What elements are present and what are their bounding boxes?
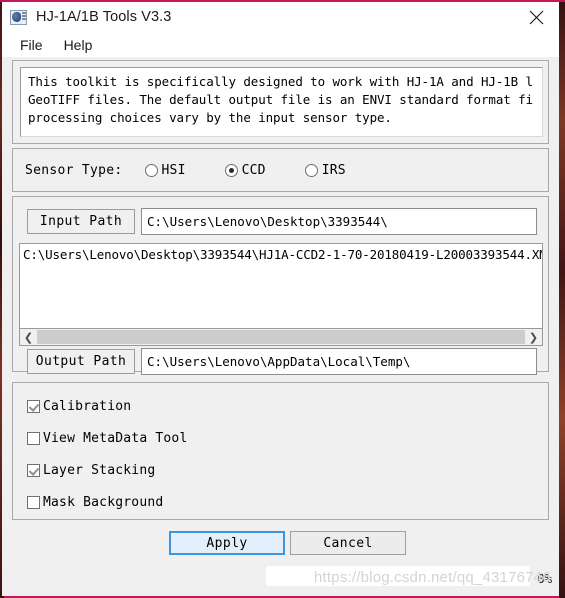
title-bar: HJ-1A/1B Tools V3.3 xyxy=(2,2,559,32)
file-list[interactable]: C:\Users\Lenovo\Desktop\3393544\HJ1A-CCD… xyxy=(19,243,543,329)
checkbox-label-view-metadata-tool: View MetaData Tool xyxy=(43,431,188,446)
radio-label-irs: IRS xyxy=(321,162,346,178)
checkbox-layer-stacking[interactable]: Layer Stacking xyxy=(27,463,155,478)
input-path-button[interactable]: Input Path xyxy=(27,209,135,234)
radio-icon xyxy=(144,163,158,177)
sensor-type-label: Sensor Type: xyxy=(25,162,123,178)
cancel-button[interactable]: Cancel xyxy=(290,531,406,555)
checkbox-mask-background[interactable]: Mask Background xyxy=(27,495,163,510)
close-icon xyxy=(529,10,543,24)
status-bar: 0% xyxy=(2,560,559,596)
input-path-field[interactable]: C:\Users\Lenovo\Desktop\3393544\ xyxy=(141,208,537,235)
checkbox-icon xyxy=(27,496,40,509)
radio-sensor-hsi[interactable]: HSI xyxy=(144,162,186,178)
app-icon xyxy=(10,9,27,25)
radio-label-hsi: HSI xyxy=(161,162,186,178)
menu-item-file[interactable]: File xyxy=(13,36,50,54)
checkbox-icon-checked xyxy=(27,400,40,413)
radio-sensor-ccd[interactable]: CCD xyxy=(224,162,266,178)
checkbox-view-metadata-tool[interactable]: View MetaData Tool xyxy=(27,431,187,446)
radio-sensor-irs[interactable]: IRS xyxy=(304,162,346,178)
close-button[interactable] xyxy=(513,2,559,32)
window-title: HJ-1A/1B Tools V3.3 xyxy=(36,9,172,25)
description-textbox: This toolkit is specifically designed to… xyxy=(20,67,543,137)
application-window: HJ-1A/1B Tools V3.3 File Help This toolk… xyxy=(2,2,559,596)
radio-icon xyxy=(304,163,318,177)
checkbox-calibration[interactable]: Calibration xyxy=(27,399,131,414)
description-panel: This toolkit is specifically designed to… xyxy=(12,60,549,144)
radio-label-ccd: CCD xyxy=(241,162,266,178)
checkbox-icon xyxy=(27,432,40,445)
menu-item-help[interactable]: Help xyxy=(57,36,100,54)
menu-bar: File Help xyxy=(2,32,559,57)
path-panel: Input Path C:\Users\Lenovo\Desktop\33935… xyxy=(12,196,549,375)
chevron-right-icon[interactable]: ❯ xyxy=(525,329,542,345)
output-path-field[interactable]: C:\Users\Lenovo\AppData\Local\Temp\ xyxy=(141,348,537,375)
page-background: HJ-1A/1B Tools V3.3 File Help This toolk… xyxy=(0,0,565,598)
checkbox-label-calibration: Calibration xyxy=(43,399,132,414)
description-text: This toolkit is specifically designed to… xyxy=(28,74,533,125)
chevron-left-icon[interactable]: ❮ xyxy=(20,329,37,345)
page-edge-right xyxy=(559,2,565,598)
checkbox-label-layer-stacking: Layer Stacking xyxy=(43,463,156,478)
progress-percentage: 0% xyxy=(537,571,552,586)
list-item[interactable]: C:\Users\Lenovo\Desktop\3393544\HJ1A-CCD… xyxy=(20,244,542,262)
radio-icon-selected xyxy=(224,163,238,177)
output-path-button[interactable]: Output Path xyxy=(27,349,135,374)
options-panel: Calibration View MetaData Tool Layer Sta… xyxy=(12,382,549,520)
checkbox-label-mask-background: Mask Background xyxy=(43,495,164,510)
apply-button[interactable]: Apply xyxy=(169,531,285,555)
scrollbar-thumb[interactable] xyxy=(37,330,525,344)
sensor-type-panel: Sensor Type: HSI CCD IRS xyxy=(12,148,549,192)
horizontal-scrollbar[interactable]: ❮ ❯ xyxy=(19,329,543,346)
checkbox-icon-checked xyxy=(27,464,40,477)
